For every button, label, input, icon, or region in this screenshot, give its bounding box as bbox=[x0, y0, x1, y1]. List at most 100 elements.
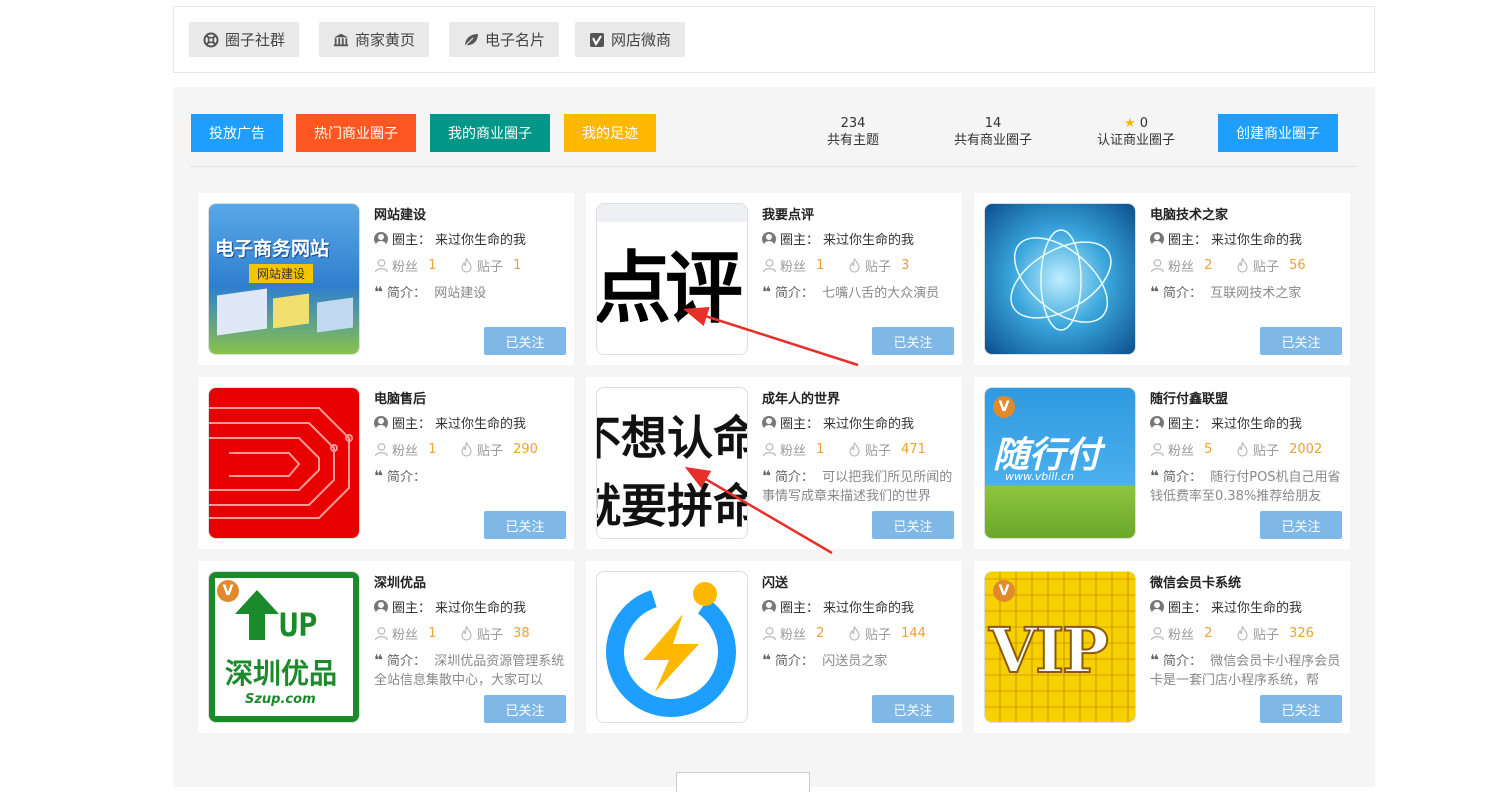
posts-label: 贴子 bbox=[864, 628, 891, 643]
follow-button[interactable]: 已关注 bbox=[872, 695, 954, 723]
fans-icon bbox=[1150, 626, 1165, 641]
fans-label: 粉丝 bbox=[1168, 628, 1195, 643]
fire-icon bbox=[847, 258, 862, 273]
circle-thumbnail[interactable]: 点评 bbox=[596, 203, 748, 355]
posts-label: 贴子 bbox=[1252, 260, 1279, 275]
circle-title[interactable]: 网站建设 bbox=[374, 204, 426, 223]
owner-name: 来过你生命的我 bbox=[823, 417, 915, 432]
circle-thumbnail[interactable] bbox=[596, 571, 748, 723]
circle-owner: 圈主： 来过你生命的我 bbox=[1150, 597, 1302, 616]
intro-label: 简介： bbox=[386, 286, 426, 301]
circle-title[interactable]: 电脑技术之家 bbox=[1150, 204, 1228, 223]
circle-thumbnail[interactable]: 电子商务网站 网站建设 bbox=[208, 203, 360, 355]
circle-intro: ❝ 简介： 随行付POS机自己用省钱低费率至0.38%推荐给朋友 bbox=[1150, 467, 1346, 506]
intro-label: 简介： bbox=[1162, 654, 1202, 669]
fans-label: 粉丝 bbox=[1168, 260, 1195, 275]
posts-count: 3 bbox=[901, 258, 910, 273]
circle-thumbnail[interactable]: V VIP bbox=[984, 571, 1136, 723]
circle-thumbnail[interactable]: 不想认命 就要拼命 bbox=[596, 387, 748, 539]
follow-button[interactable]: 已关注 bbox=[1260, 511, 1342, 539]
circle-intro: ❝ 简介： 七嘴八舌的大众演员 bbox=[762, 283, 958, 303]
intro-label: 简介： bbox=[774, 286, 814, 301]
circle-title[interactable]: 成年人的世界 bbox=[762, 388, 840, 407]
circle-title[interactable]: 我要点评 bbox=[762, 204, 814, 223]
nav-merchant-pages[interactable]: 商家黄页 bbox=[319, 22, 430, 57]
circle-card[interactable]: 点评 我要点评 圈主： 来过你生命的我 粉丝 1 贴子 3 ❝ 简介： 七嘴八舌的… bbox=[586, 193, 962, 365]
circle-owner: 圈主： 来过你生命的我 bbox=[374, 229, 526, 248]
circle-stats: 粉丝 2 贴子 326 bbox=[1150, 624, 1314, 643]
circle-title[interactable]: 微信会员卡系统 bbox=[1150, 572, 1241, 591]
user-icon bbox=[1150, 599, 1164, 614]
fans-count: 2 bbox=[1204, 258, 1213, 273]
circle-owner: 圈主： 来过你生命的我 bbox=[762, 597, 914, 616]
nav-circle-community[interactable]: 圈子社群 bbox=[189, 22, 300, 57]
stat-value: 234 bbox=[840, 116, 866, 131]
fans-icon bbox=[374, 258, 389, 273]
stat-topics: 234 共有主题 bbox=[813, 115, 893, 149]
vimeo-icon bbox=[589, 32, 605, 48]
nav-online-shop[interactable]: 网店微商 bbox=[575, 22, 686, 57]
posts-count: 1 bbox=[513, 258, 522, 273]
fire-icon bbox=[1235, 442, 1250, 457]
my-footprint-button[interactable]: 我的足迹 bbox=[564, 114, 656, 152]
stat-value: 0 bbox=[1139, 116, 1149, 131]
follow-button[interactable]: 已关注 bbox=[872, 511, 954, 539]
owner-label: 圈主： bbox=[780, 233, 820, 248]
advertise-button[interactable]: 投放广告 bbox=[191, 114, 283, 152]
circle-thumbnail[interactable]: V UP 深圳优品 Szup.com bbox=[208, 571, 360, 723]
owner-label: 圈主： bbox=[392, 417, 432, 432]
stat-value: 14 bbox=[984, 116, 1002, 131]
hot-circles-button[interactable]: 热门商业圈子 bbox=[296, 114, 416, 152]
circle-title[interactable]: 随行付鑫联盟 bbox=[1150, 388, 1228, 407]
circle-intro: ❝ 简介： 网站建设 bbox=[374, 283, 570, 303]
circle-thumbnail[interactable] bbox=[984, 203, 1136, 355]
follow-button[interactable]: 已关注 bbox=[1260, 695, 1342, 723]
follow-button[interactable]: 已关注 bbox=[872, 327, 954, 355]
owner-label: 圈主： bbox=[780, 601, 820, 616]
circle-owner: 圈主： 来过你生命的我 bbox=[762, 229, 914, 248]
fans-label: 粉丝 bbox=[780, 444, 807, 459]
circle-owner: 圈主： 来过你生命的我 bbox=[374, 597, 526, 616]
posts-label: 贴子 bbox=[1252, 444, 1279, 459]
circle-card[interactable]: 电脑售后 圈主： 来过你生命的我 粉丝 1 贴子 290 ❝ 简介： 已关注 bbox=[198, 377, 574, 549]
user-icon bbox=[1150, 415, 1164, 430]
circle-card[interactable]: V 随行付 www.vbill.cn 随行付鑫联盟 圈主： 来过你生命的我 粉丝 … bbox=[974, 377, 1350, 549]
fans-label: 粉丝 bbox=[780, 628, 807, 643]
posts-count: 38 bbox=[513, 626, 530, 641]
circle-thumbnail[interactable]: V 随行付 www.vbill.cn bbox=[984, 387, 1136, 539]
circle-card[interactable]: 电脑技术之家 圈主： 来过你生命的我 粉丝 2 贴子 56 ❝ 简介： 互联网技术… bbox=[974, 193, 1350, 365]
thumb-subtitle: 网站建设 bbox=[249, 264, 314, 283]
fans-icon bbox=[762, 442, 777, 457]
circle-title[interactable]: 电脑售后 bbox=[374, 388, 426, 407]
fans-count: 1 bbox=[816, 258, 825, 273]
create-circle-button[interactable]: 创建商业圈子 bbox=[1218, 114, 1338, 152]
posts-label: 贴子 bbox=[864, 260, 891, 275]
pagination[interactable] bbox=[676, 772, 810, 792]
posts-label: 贴子 bbox=[1252, 628, 1279, 643]
user-icon bbox=[762, 415, 776, 430]
circle-intro: ❝ 简介： 闪送员之家 bbox=[762, 651, 958, 671]
circle-thumbnail[interactable] bbox=[208, 387, 360, 539]
circle-title[interactable]: 深圳优品 bbox=[374, 572, 426, 591]
circle-card[interactable]: V UP 深圳优品 Szup.com 深圳优品 圈主： 来过你生命的我 粉丝 1 … bbox=[198, 561, 574, 733]
circle-intro: ❝ 简介： 微信会员卡小程序会员卡是一套门店小程序系统，帮 bbox=[1150, 651, 1346, 690]
user-icon bbox=[1150, 231, 1164, 246]
circle-title[interactable]: 闪送 bbox=[762, 572, 788, 591]
circle-card[interactable]: 不想认命 就要拼命 成年人的世界 圈主：来过你生命的我 粉丝 1 贴子 471 … bbox=[586, 377, 962, 549]
circle-card[interactable]: 闪送 圈主： 来过你生命的我 粉丝 2 贴子 144 ❝ 简介： 闪送员之家 已关… bbox=[586, 561, 962, 733]
lifebuoy-icon bbox=[203, 32, 219, 48]
follow-button[interactable]: 已关注 bbox=[484, 327, 566, 355]
intro-label: 简介： bbox=[774, 654, 814, 669]
verified-badge: V bbox=[993, 396, 1015, 418]
my-circles-button[interactable]: 我的商业圈子 bbox=[430, 114, 550, 152]
follow-button[interactable]: 已关注 bbox=[484, 511, 566, 539]
nav-business-card[interactable]: 电子名片 bbox=[449, 22, 560, 57]
divider bbox=[190, 166, 1357, 167]
follow-button[interactable]: 已关注 bbox=[1260, 327, 1342, 355]
circle-card[interactable]: V VIP 微信会员卡系统 圈主： 来过你生命的我 粉丝 2 贴子 326 ❝ 简… bbox=[974, 561, 1350, 733]
circle-stats: 粉丝 1 贴子 38 bbox=[374, 624, 530, 643]
circle-card[interactable]: 电子商务网站 网站建设 网站建设 圈主： 来过你生命的我 粉丝 1 贴子 1 ❝ … bbox=[198, 193, 574, 365]
circle-intro: ❝ 简介： 深圳优品资源管理系统全站信息集散中心，大家可以 bbox=[374, 651, 570, 690]
posts-count: 144 bbox=[901, 626, 926, 641]
follow-button[interactable]: 已关注 bbox=[484, 695, 566, 723]
